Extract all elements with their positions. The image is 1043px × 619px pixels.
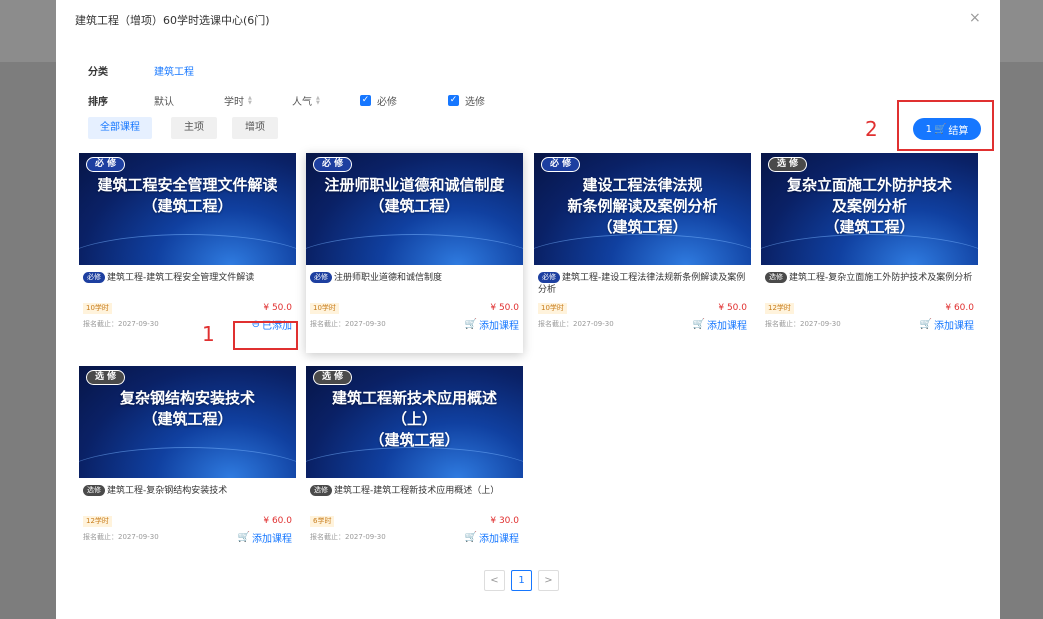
- annotation-number-2: 2: [865, 117, 878, 141]
- banner-type-badge: 选 修: [768, 157, 808, 172]
- banner-type-badge: 必 修: [541, 157, 581, 172]
- annotation-box-1: [233, 321, 298, 350]
- prev-page-button[interactable]: <: [484, 570, 505, 591]
- course-type-tag: 必修: [538, 272, 560, 283]
- course-name: 建筑工程-建筑工程安全管理文件解读: [107, 273, 255, 283]
- course-name: 建筑工程-复杂钢结构安装技术: [107, 486, 228, 496]
- course-price: ¥ 50.0: [718, 303, 747, 313]
- sort-default[interactable]: 默认: [154, 93, 224, 108]
- add-course-button[interactable]: 🛒 添加课程: [238, 530, 292, 545]
- next-page-button[interactable]: >: [538, 570, 559, 591]
- banner-title: 复杂钢结构安装技术 （建筑工程）: [119, 389, 255, 428]
- course-type-tag: 选修: [765, 272, 787, 283]
- course-name: 注册师职业道德和诚信制度: [334, 273, 443, 283]
- course-type-tag: 选修: [310, 485, 332, 496]
- cart-icon: 🛒: [237, 531, 250, 543]
- course-price: ¥ 30.0: [490, 516, 519, 526]
- course-banner[interactable]: 选 修 复杂立面施工外防护技术 及案例分析 （建筑工程）: [761, 153, 978, 265]
- sort-arrows-icon: ▲ ▼: [316, 94, 320, 106]
- banner-title: 复杂立面施工外防护技术 及案例分析 （建筑工程）: [786, 176, 952, 236]
- close-icon[interactable]: ×: [969, 11, 981, 25]
- banner-title: 建筑工程安全管理文件解读 （建筑工程）: [97, 176, 278, 215]
- course-hours: 10学时: [310, 302, 339, 314]
- check-icon: ✓: [448, 95, 459, 106]
- course-card[interactable]: 必 修 建设工程法律法规 新条例解读及案例分析 （建筑工程） 必修 建筑工程-建设…: [534, 153, 751, 353]
- course-deadline: 报名截止：2027-09-30: [83, 320, 159, 328]
- course-name-line[interactable]: 必修 注册师职业道德和诚信制度: [310, 272, 519, 300]
- course-price: ¥ 60.0: [945, 303, 974, 313]
- sort-hours[interactable]: 学时 ▲ ▼: [224, 93, 292, 108]
- annotation-number-1: 1: [202, 322, 215, 346]
- course-name-line[interactable]: 选修 建筑工程-复杂立面施工外防护技术及案例分析: [765, 272, 974, 300]
- course-deadline: 报名截止：2027-09-30: [310, 533, 386, 541]
- course-card[interactable]: 选 修 复杂立面施工外防护技术 及案例分析 （建筑工程） 选修 建筑工程-复杂立面…: [761, 153, 978, 353]
- course-hours: 12学时: [83, 515, 112, 527]
- cart-icon: 🛒: [464, 531, 477, 543]
- course-hours: 6学时: [310, 515, 335, 527]
- course-selection-modal: 建筑工程（增项）60学时选课中心(6门) × 分类 建筑工程 排序 默认 学时 ▲…: [56, 0, 1000, 619]
- course-banner[interactable]: 必 修 建设工程法律法规 新条例解读及案例分析 （建筑工程）: [534, 153, 751, 265]
- banner-type-badge: 必 修: [86, 157, 126, 172]
- banner-type-badge: 选 修: [313, 370, 353, 385]
- banner-title: 建筑工程新技术应用概述 （上） （建筑工程）: [331, 389, 497, 449]
- course-type-tag: 必修: [310, 272, 332, 283]
- sort-arrows-icon: ▲ ▼: [248, 94, 252, 106]
- course-name-line[interactable]: 必修 建筑工程-建筑工程安全管理文件解读: [83, 272, 292, 300]
- course-banner[interactable]: 选 修 建筑工程新技术应用概述 （上） （建筑工程）: [306, 366, 523, 478]
- annotation-box-2: [897, 100, 994, 151]
- course-card[interactable]: 必 修 注册师职业道德和诚信制度 （建筑工程） 必修 注册师职业道德和诚信制度 1…: [306, 153, 523, 353]
- course-banner[interactable]: 必 修 建筑工程安全管理文件解读 （建筑工程）: [79, 153, 296, 265]
- banner-type-badge: 必 修: [313, 157, 353, 172]
- course-type-tag: 必修: [83, 272, 105, 283]
- cart-icon: 🛒: [464, 318, 477, 330]
- course-hours: 10学时: [83, 302, 112, 314]
- category-option-building[interactable]: 建筑工程: [154, 63, 194, 78]
- banner-title: 注册师职业道德和诚信制度 （建筑工程）: [324, 176, 505, 215]
- add-course-button[interactable]: 🛒 添加课程: [465, 317, 519, 332]
- cart-icon: 🛒: [919, 318, 932, 330]
- tab-all-courses[interactable]: 全部课程: [88, 117, 152, 139]
- banner-title: 建设工程法律法规 新条例解读及案例分析 （建筑工程）: [567, 176, 718, 236]
- sort-label: 排序: [88, 97, 108, 108]
- course-name: 建筑工程-复杂立面施工外防护技术及案例分析: [789, 273, 973, 283]
- add-course-button[interactable]: 🛒 添加课程: [693, 317, 747, 332]
- tab-main[interactable]: 主项: [171, 117, 217, 139]
- required-checkbox[interactable]: ✓ 必修: [360, 93, 448, 108]
- pagination: < 1 >: [484, 570, 559, 591]
- course-banner[interactable]: 选 修 复杂钢结构安装技术 （建筑工程）: [79, 366, 296, 478]
- banner-type-badge: 选 修: [86, 370, 126, 385]
- course-name: 建筑工程-建筑工程新技术应用概述（上）: [334, 486, 500, 496]
- add-course-button[interactable]: 🛒 添加课程: [465, 530, 519, 545]
- course-name-line[interactable]: 选修 建筑工程-建筑工程新技术应用概述（上）: [310, 485, 519, 513]
- course-banner[interactable]: 必 修 注册师职业道德和诚信制度 （建筑工程）: [306, 153, 523, 265]
- course-name-line[interactable]: 选修 建筑工程-复杂钢结构安装技术: [83, 485, 292, 513]
- backdrop-right: [1000, 0, 1043, 619]
- course-price: ¥ 60.0: [263, 516, 292, 526]
- course-card[interactable]: 选 修 建筑工程新技术应用概述 （上） （建筑工程） 选修 建筑工程-建筑工程新技…: [306, 366, 523, 566]
- tab-additional[interactable]: 增项: [232, 117, 278, 139]
- course-price: ¥ 50.0: [263, 303, 292, 313]
- course-name: 建筑工程-建设工程法律法规新条例解读及案例分析: [538, 273, 746, 295]
- course-deadline: 报名截止：2027-09-30: [310, 320, 386, 328]
- category-label: 分类: [88, 67, 108, 78]
- add-course-button[interactable]: 🛒 添加课程: [920, 317, 974, 332]
- course-deadline: 报名截止：2027-09-30: [538, 320, 614, 328]
- course-hours: 10学时: [538, 302, 567, 314]
- course-hours: 12学时: [765, 302, 794, 314]
- modal-title: 建筑工程（增项）60学时选课中心(6门): [75, 14, 270, 27]
- page-1-button[interactable]: 1: [511, 570, 532, 591]
- elective-checkbox[interactable]: ✓ 选修: [448, 93, 485, 108]
- course-type-tag: 选修: [83, 485, 105, 496]
- course-card[interactable]: 选 修 复杂钢结构安装技术 （建筑工程） 选修 建筑工程-复杂钢结构安装技术 12…: [79, 366, 296, 566]
- backdrop-left: [0, 0, 56, 619]
- check-icon: ✓: [360, 95, 371, 106]
- cart-icon: 🛒: [692, 318, 705, 330]
- category-row: 分类 建筑工程: [88, 63, 194, 78]
- course-deadline: 报名截止：2027-09-30: [83, 533, 159, 541]
- course-name-line[interactable]: 必修 建筑工程-建设工程法律法规新条例解读及案例分析: [538, 272, 747, 300]
- sort-popularity[interactable]: 人气 ▲ ▼: [292, 93, 360, 108]
- sort-row: 排序 默认 学时 ▲ ▼ 人气 ▲ ▼ ✓ 必修 ✓ 选修: [88, 93, 485, 108]
- course-price: ¥ 50.0: [490, 303, 519, 313]
- course-deadline: 报名截止：2027-09-30: [765, 320, 841, 328]
